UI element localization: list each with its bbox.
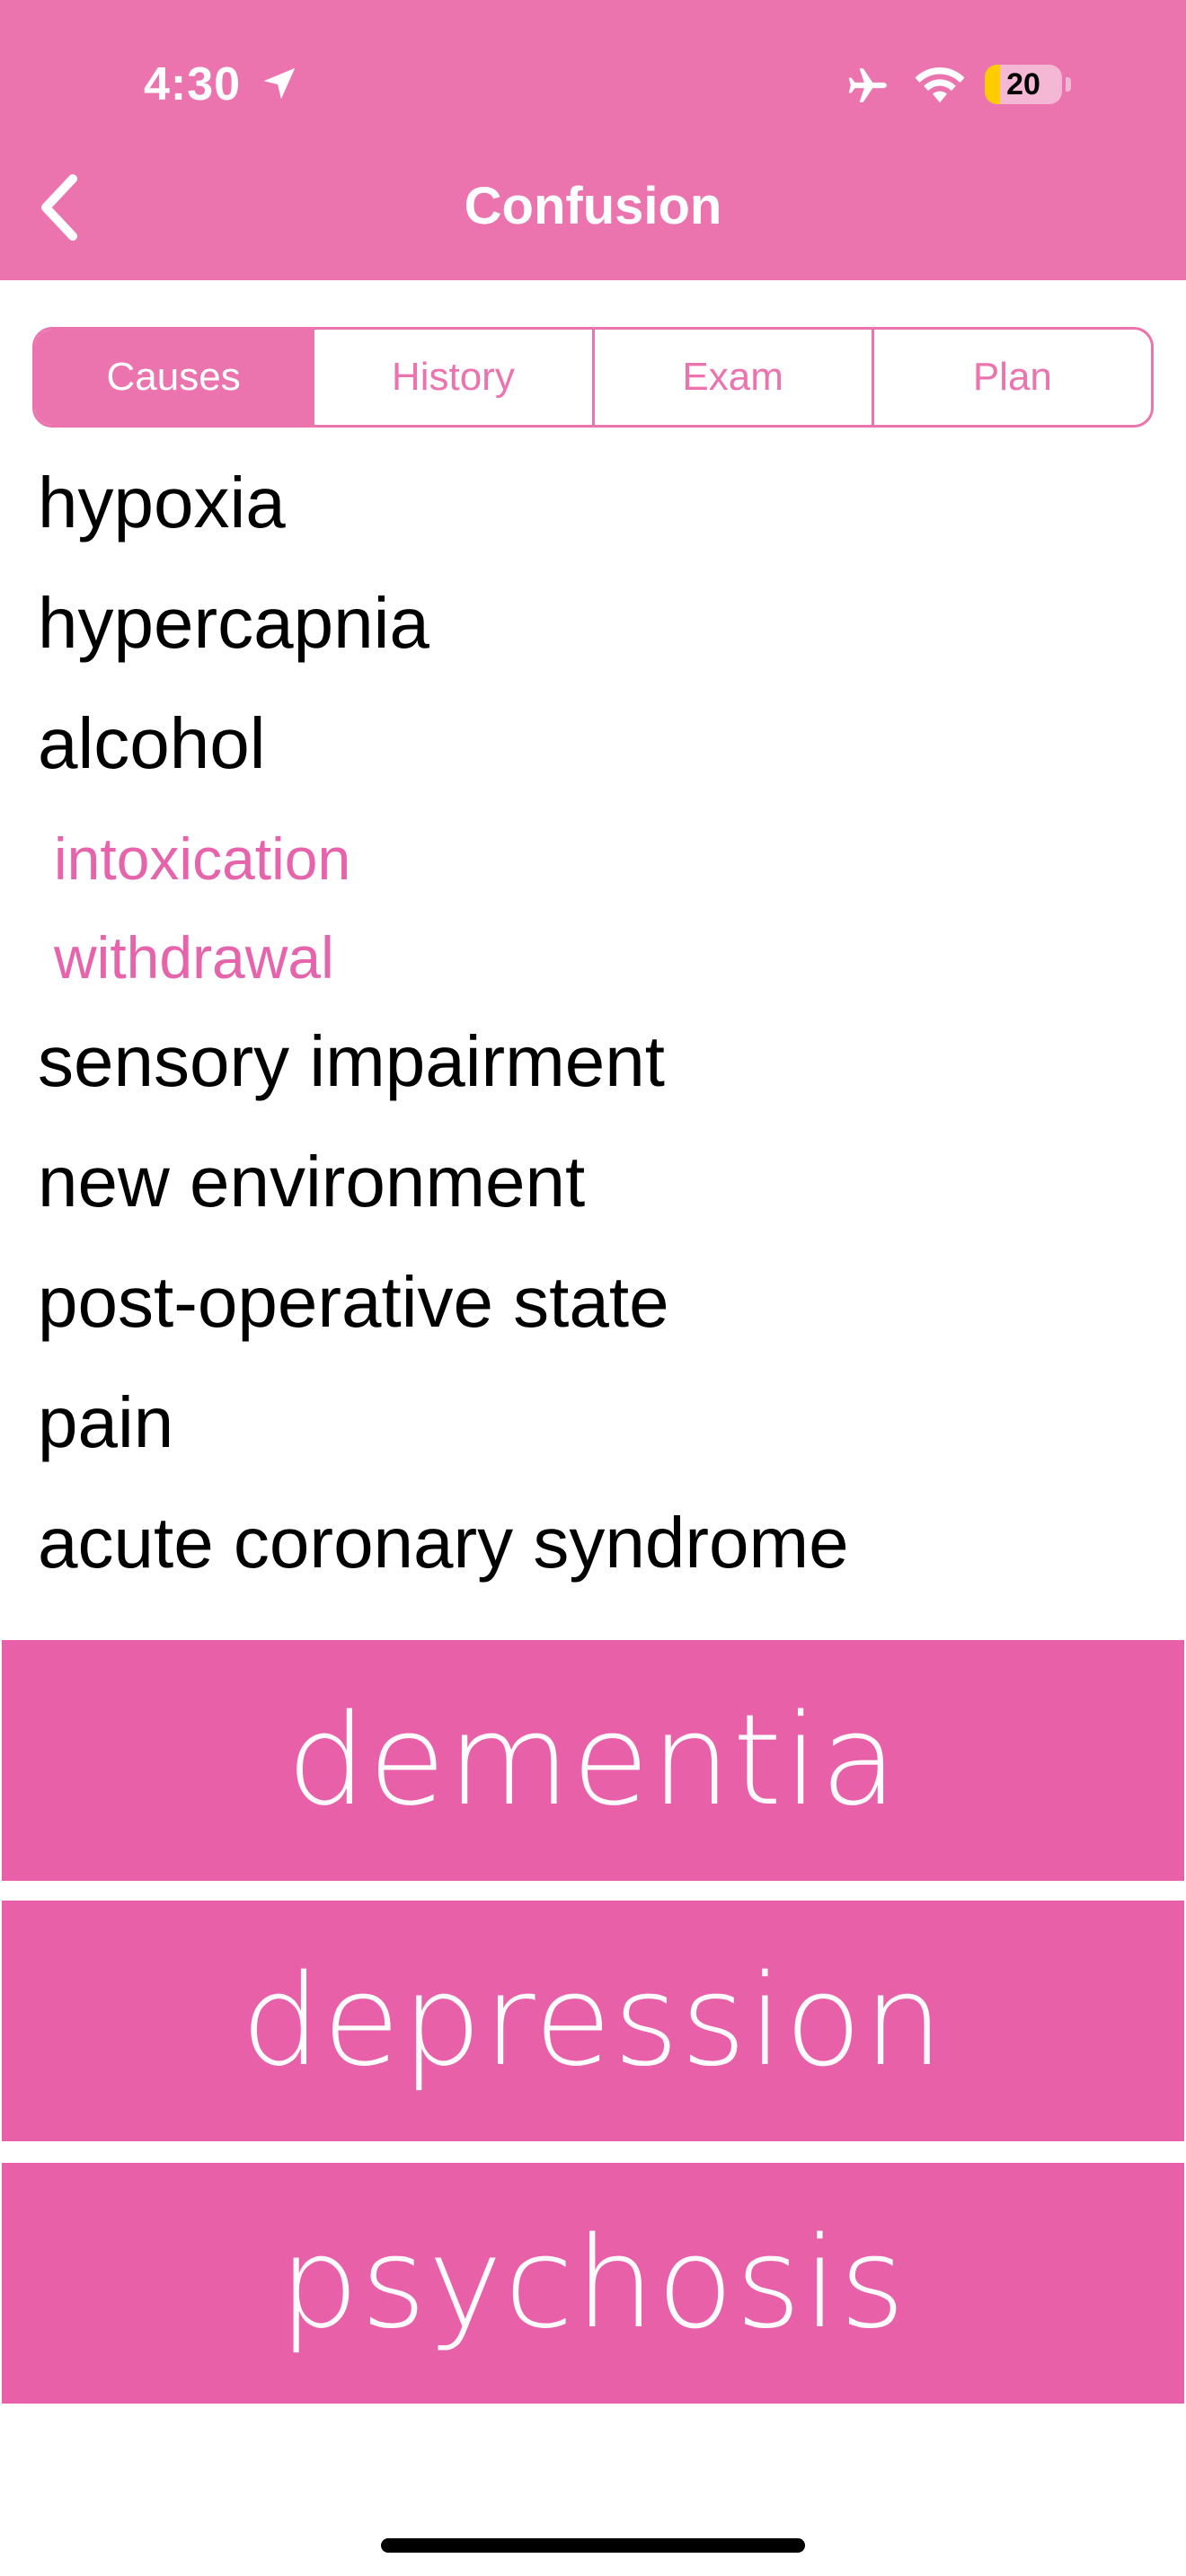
depression-button[interactable]: depression xyxy=(2,1901,1184,2141)
subcause-item-withdrawal: withdrawal xyxy=(54,924,334,991)
dementia-button[interactable]: dementia xyxy=(2,1640,1184,1881)
dementia-button-label: dementia xyxy=(287,1687,899,1834)
cause-item-sensory-impairment: sensory impairment xyxy=(38,1021,666,1101)
cause-item-hypoxia: hypoxia xyxy=(38,463,286,543)
battery-percentage: 20 xyxy=(1006,66,1040,101)
airplane-icon xyxy=(848,68,887,102)
home-indicator[interactable] xyxy=(381,2538,805,2553)
cause-item-acute-coronary-syndrome: acute coronary syndrome xyxy=(38,1503,849,1583)
page-title: Confusion xyxy=(464,177,722,235)
battery-tip xyxy=(1066,77,1071,92)
status-time: 4:30 xyxy=(144,58,242,110)
tab-exam[interactable]: Exam xyxy=(591,330,872,425)
tab-plan[interactable]: Plan xyxy=(871,330,1151,425)
cause-item-pain: pain xyxy=(38,1382,174,1462)
cause-item-new-environment: new environment xyxy=(38,1142,586,1222)
cause-item-alcohol: alcohol xyxy=(38,703,266,783)
segmented-control: Causes History Exam Plan xyxy=(32,327,1154,428)
header: 4:30 20 Confusion xyxy=(0,0,1186,280)
tab-history[interactable]: History xyxy=(312,330,591,425)
cause-item-post-operative-state: post-operative state xyxy=(38,1262,669,1342)
wifi-icon xyxy=(915,67,965,103)
tab-causes[interactable]: Causes xyxy=(35,330,313,425)
subcause-item-intoxication: intoxication xyxy=(54,825,351,892)
screen: 4:30 20 Confusion Causes History Exam Pl… xyxy=(0,0,1186,2576)
psychosis-button-label: psychosis xyxy=(279,2210,907,2357)
psychosis-button[interactable]: psychosis xyxy=(2,2163,1184,2404)
depression-button-label: depression xyxy=(241,1947,945,2095)
location-arrow-icon xyxy=(263,67,296,100)
cause-item-hypercapnia: hypercapnia xyxy=(38,583,429,663)
battery-indicator: 20 xyxy=(985,65,1062,104)
